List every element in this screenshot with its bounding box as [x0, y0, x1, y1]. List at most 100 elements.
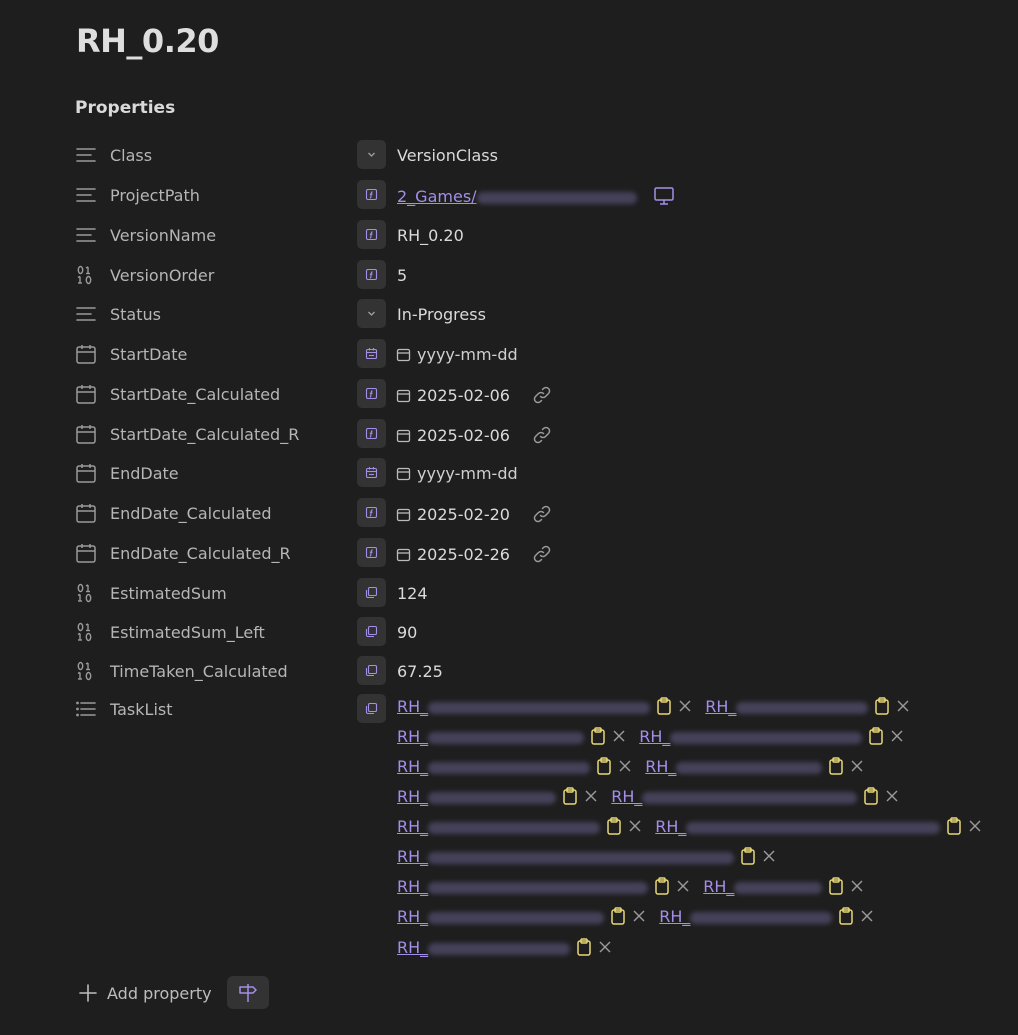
close-icon[interactable]: [612, 729, 626, 743]
date-value[interactable]: yyyy-mm-dd: [417, 345, 518, 364]
date-field[interactable]: yyyy-mm-dd: [396, 464, 518, 484]
property-name[interactable]: VersionOrder: [110, 266, 214, 285]
rollup-button[interactable]: [357, 694, 386, 723]
property-name[interactable]: Class: [110, 146, 152, 165]
property-name[interactable]: StartDate: [110, 345, 187, 364]
close-icon[interactable]: [850, 879, 864, 893]
close-icon[interactable]: [584, 789, 598, 803]
link-icon[interactable]: [532, 544, 552, 564]
property-name[interactable]: EndDate_Calculated: [110, 504, 272, 523]
property-name[interactable]: Status: [110, 305, 161, 324]
property-name[interactable]: EndDate_Calculated_R: [110, 544, 291, 563]
property-value[interactable]: 90: [397, 623, 417, 642]
task-link[interactable]: RH_: [397, 787, 428, 806]
task-link[interactable]: RH_: [397, 877, 428, 896]
date-value[interactable]: 2025-02-06: [417, 386, 510, 405]
close-icon[interactable]: [968, 819, 982, 833]
formula-button[interactable]: [357, 260, 386, 289]
close-icon[interactable]: [762, 849, 776, 863]
task-link[interactable]: RH_: [703, 877, 734, 896]
property-name[interactable]: ProjectPath: [110, 186, 200, 205]
close-icon[interactable]: [618, 759, 632, 773]
close-icon[interactable]: [628, 819, 642, 833]
task-link[interactable]: RH_: [397, 727, 428, 746]
task-link[interactable]: RH_: [397, 938, 428, 957]
property-name[interactable]: EstimatedSum: [110, 584, 227, 603]
close-icon[interactable]: [598, 940, 612, 954]
clipboard-icon[interactable]: [740, 847, 756, 865]
property-value[interactable]: In-Progress: [397, 305, 486, 324]
clipboard-icon[interactable]: [828, 877, 844, 895]
add-property-button[interactable]: Add property: [78, 980, 212, 1006]
clipboard-icon[interactable]: [654, 877, 670, 895]
task-link[interactable]: RH_: [397, 757, 428, 776]
property-name[interactable]: StartDate_Calculated_R: [110, 425, 299, 444]
formula-button[interactable]: [357, 180, 386, 209]
date-picker-button[interactable]: [357, 339, 386, 368]
close-icon[interactable]: [850, 759, 864, 773]
clipboard-icon[interactable]: [946, 817, 962, 835]
task-link[interactable]: RH_: [397, 847, 428, 866]
link-icon[interactable]: [532, 425, 552, 445]
clipboard-icon[interactable]: [874, 697, 890, 715]
property-value[interactable]: VersionClass: [397, 146, 498, 165]
property-name[interactable]: TimeTaken_Calculated: [110, 662, 288, 681]
monitor-icon[interactable]: [653, 186, 675, 206]
rollup-button[interactable]: [357, 578, 386, 607]
task-link[interactable]: RH_: [397, 697, 428, 716]
clipboard-icon[interactable]: [838, 907, 854, 925]
link-icon[interactable]: [532, 504, 552, 524]
close-icon[interactable]: [885, 789, 899, 803]
property-value[interactable]: 67.25: [397, 662, 443, 681]
task-link[interactable]: RH_: [655, 817, 686, 836]
property-value[interactable]: 124: [397, 584, 428, 603]
clipboard-icon[interactable]: [606, 817, 622, 835]
date-value[interactable]: 2025-02-26: [417, 545, 510, 564]
clipboard-icon[interactable]: [610, 907, 626, 925]
property-value[interactable]: 5: [397, 266, 407, 285]
task-link[interactable]: RH_: [639, 727, 670, 746]
close-icon[interactable]: [890, 729, 904, 743]
rollup-button[interactable]: [357, 617, 386, 646]
property-name[interactable]: EstimatedSum_Left: [110, 623, 265, 642]
close-icon[interactable]: [632, 909, 646, 923]
task-link[interactable]: RH_: [611, 787, 642, 806]
clipboard-icon[interactable]: [868, 727, 884, 745]
formula-button[interactable]: [357, 419, 386, 448]
date-value[interactable]: 2025-02-06: [417, 426, 510, 445]
formula-button[interactable]: [357, 498, 386, 527]
task-link[interactable]: RH_: [705, 697, 736, 716]
signpost-button[interactable]: [227, 976, 269, 1009]
clipboard-icon[interactable]: [590, 727, 606, 745]
clipboard-icon[interactable]: [596, 757, 612, 775]
formula-button[interactable]: [357, 379, 386, 408]
property-name[interactable]: TaskList: [110, 700, 173, 719]
dropdown-button[interactable]: [357, 140, 386, 169]
date-value[interactable]: 2025-02-20: [417, 505, 510, 524]
formula-button[interactable]: [357, 538, 386, 567]
property-value[interactable]: RH_0.20: [397, 226, 464, 245]
date-field[interactable]: yyyy-mm-dd: [396, 345, 518, 365]
link-icon[interactable]: [532, 385, 552, 405]
property-name[interactable]: EndDate: [110, 464, 179, 483]
formula-button[interactable]: [357, 220, 386, 249]
task-link[interactable]: RH_: [397, 907, 428, 926]
clipboard-icon[interactable]: [863, 787, 879, 805]
date-field[interactable]: 2025-02-06: [396, 425, 552, 445]
clipboard-icon[interactable]: [828, 757, 844, 775]
date-field[interactable]: 2025-02-20: [396, 504, 552, 524]
property-name[interactable]: StartDate_Calculated: [110, 385, 280, 404]
task-link[interactable]: RH_: [397, 817, 428, 836]
clipboard-icon[interactable]: [576, 938, 592, 956]
close-icon[interactable]: [676, 879, 690, 893]
dropdown-button[interactable]: [357, 299, 386, 328]
task-link[interactable]: RH_: [659, 907, 690, 926]
close-icon[interactable]: [678, 699, 692, 713]
date-value[interactable]: yyyy-mm-dd: [417, 464, 518, 483]
clipboard-icon[interactable]: [656, 697, 672, 715]
close-icon[interactable]: [896, 699, 910, 713]
close-icon[interactable]: [860, 909, 874, 923]
date-field[interactable]: 2025-02-26: [396, 544, 552, 564]
project-path-link[interactable]: 2_Games/: [397, 187, 477, 206]
date-field[interactable]: 2025-02-06: [396, 385, 552, 405]
